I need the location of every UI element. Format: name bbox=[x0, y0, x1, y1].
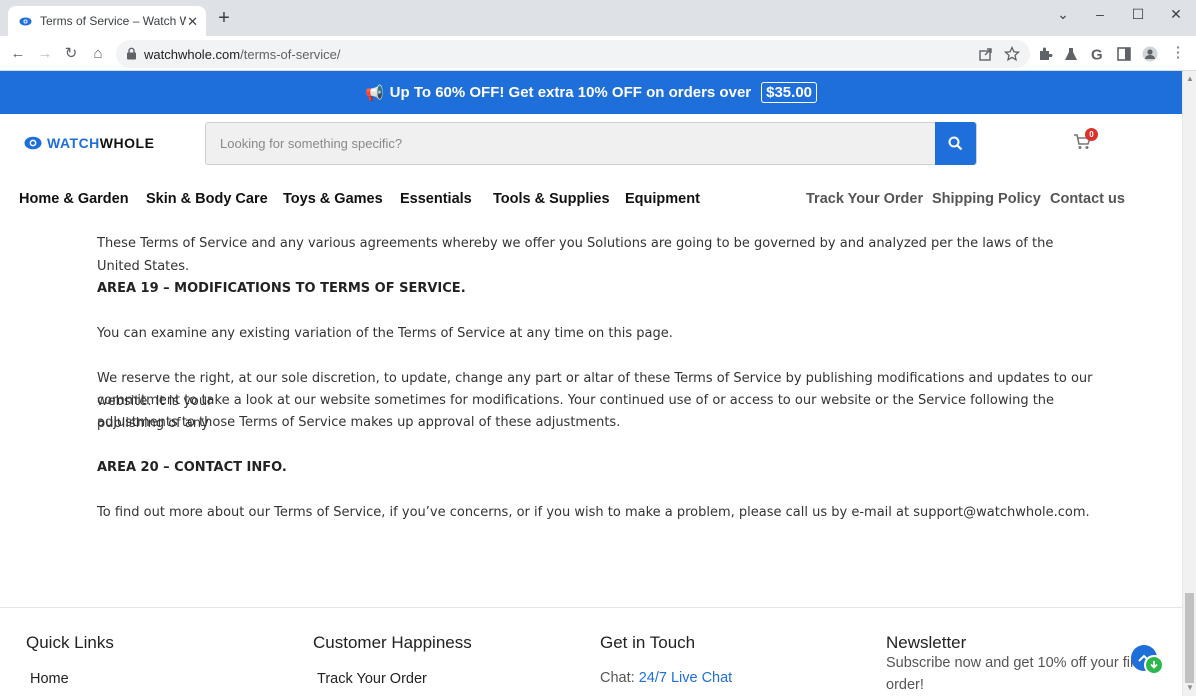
page-viewport: 📢 Up To 60% OFF! Get extra 10% OFF on or… bbox=[0, 71, 1182, 696]
megaphone-icon: 📢 bbox=[364, 84, 384, 102]
back-arrow-icon[interactable]: ← bbox=[8, 44, 28, 64]
search-icon bbox=[948, 136, 963, 151]
forward-arrow-icon[interactable]: → bbox=[35, 44, 55, 64]
footer-quick-links: Quick Links Home bbox=[26, 633, 114, 687]
newsletter-text-line1: Subscribe now and get 10% off your first bbox=[886, 655, 1147, 671]
paragraph-line: adjustments to those Terms of Service ma… bbox=[97, 415, 621, 430]
cart-button[interactable]: 0 bbox=[1073, 128, 1098, 154]
footer-heading: Quick Links bbox=[26, 633, 114, 652]
tab-search-chevron-icon[interactable]: ⌄ bbox=[1053, 6, 1073, 23]
footer-link-home[interactable]: Home bbox=[30, 671, 69, 687]
reload-icon[interactable]: ↻ bbox=[61, 44, 81, 64]
browser-toolbar: ← → ↻ ⌂ watchwhole.com/terms-of-service/… bbox=[0, 36, 1196, 71]
chat-label: Chat: bbox=[600, 670, 635, 686]
nav-track-order[interactable]: Track Your Order bbox=[806, 191, 923, 207]
lock-icon bbox=[127, 47, 136, 60]
address-bar[interactable]: watchwhole.com/terms-of-service/ bbox=[116, 40, 1030, 68]
logo-text-whole: WHOLE bbox=[99, 135, 155, 151]
site-logo[interactable]: WATCH WHOLE bbox=[24, 135, 154, 151]
site-header: WATCH WHOLE 0 bbox=[0, 114, 1182, 179]
footer-heading: Newsletter bbox=[886, 633, 967, 652]
new-tab-icon[interactable]: + bbox=[214, 8, 234, 28]
footer-customer-happiness: Customer Happiness Track Your Order bbox=[313, 633, 472, 687]
nav-equipment[interactable]: Equipment bbox=[625, 191, 700, 207]
section-heading-20: AREA 20 – CONTACT INFO. bbox=[97, 460, 287, 475]
section-heading-19: AREA 19 – MODIFICATIONS TO TERMS OF SERV… bbox=[97, 281, 466, 296]
promo-banner: 📢 Up To 60% OFF! Get extra 10% OFF on or… bbox=[0, 71, 1182, 114]
page-scrollbar[interactable]: ▲ ▼ bbox=[1182, 71, 1196, 696]
nav-essentials[interactable]: Essentials bbox=[400, 191, 472, 207]
maximize-icon[interactable]: ☐ bbox=[1128, 6, 1148, 23]
site-footer: Quick Links Home Customer Happiness Trac… bbox=[0, 607, 1182, 696]
nav-skin-body-care[interactable]: Skin & Body Care bbox=[146, 191, 268, 207]
download-arrow-icon bbox=[1150, 661, 1158, 669]
share-icon[interactable] bbox=[978, 46, 994, 62]
nav-shipping-policy[interactable]: Shipping Policy bbox=[932, 191, 1041, 207]
footer-get-in-touch: Get in Touch Chat: 24/7 Live Chat bbox=[600, 633, 732, 686]
side-panel-icon[interactable] bbox=[1116, 46, 1132, 62]
promo-text: Up To 60% OFF! Get extra 10% OFF on orde… bbox=[389, 84, 752, 101]
more-menu-icon[interactable]: ⋮ bbox=[1168, 43, 1188, 63]
search-bar bbox=[205, 122, 977, 165]
paragraph: To find out more about our Terms of Serv… bbox=[97, 505, 1090, 520]
footer-heading: Customer Happiness bbox=[313, 633, 472, 652]
nav-toys-games[interactable]: Toys & Games bbox=[283, 191, 383, 207]
window-close-icon[interactable]: ✕ bbox=[1166, 6, 1186, 23]
eye-icon bbox=[18, 14, 32, 28]
scroll-up-arrow-icon[interactable]: ▲ bbox=[1186, 74, 1194, 83]
promo-amount-badge: $35.00 bbox=[761, 82, 818, 103]
footer-link-track-order[interactable]: Track Your Order bbox=[317, 671, 427, 687]
bookmark-star-icon[interactable] bbox=[1004, 46, 1020, 62]
logo-text-watch: WATCH bbox=[47, 135, 100, 151]
google-g-icon[interactable]: G bbox=[1089, 46, 1105, 63]
lab-flask-icon[interactable] bbox=[1063, 46, 1079, 62]
url-text: watchwhole.com/terms-of-service/ bbox=[144, 47, 341, 62]
newsletter-text-line2: order! bbox=[886, 677, 924, 693]
profile-avatar-icon[interactable] bbox=[1142, 46, 1158, 62]
svg-text:G: G bbox=[1091, 47, 1103, 63]
nav-contact-us[interactable]: Contact us bbox=[1050, 191, 1125, 207]
cart-count-badge: 0 bbox=[1085, 128, 1098, 141]
scrollbar-thumb[interactable] bbox=[1185, 593, 1194, 683]
tab-title: Terms of Service – Watch Whole bbox=[40, 14, 186, 28]
paragraph: You can examine any existing variation o… bbox=[97, 326, 673, 341]
scroll-down-arrow-icon[interactable]: ▼ bbox=[1186, 683, 1194, 692]
nav-home-garden[interactable]: Home & Garden bbox=[19, 191, 129, 207]
download-badge-button[interactable] bbox=[1144, 655, 1164, 675]
paragraph: These Terms of Service and any various a… bbox=[97, 236, 1054, 274]
minimize-icon[interactable]: – bbox=[1090, 6, 1110, 22]
browser-tab[interactable]: Terms of Service – Watch Whole ✕ bbox=[8, 6, 206, 36]
footer-chat-line: Chat: 24/7 Live Chat bbox=[600, 670, 732, 686]
close-tab-icon[interactable]: ✕ bbox=[187, 14, 198, 30]
search-input[interactable] bbox=[206, 123, 936, 164]
logo-eye-icon bbox=[24, 136, 42, 150]
live-chat-link[interactable]: 24/7 Live Chat bbox=[639, 670, 733, 686]
search-button[interactable] bbox=[935, 122, 976, 165]
footer-newsletter: Newsletter Subscribe now and get 10% off… bbox=[886, 633, 1146, 693]
main-navigation: Home & Garden Skin & Body Care Toys & Ga… bbox=[0, 179, 1182, 221]
footer-heading: Get in Touch bbox=[600, 633, 696, 652]
browser-tab-strip: Terms of Service – Watch Whole ✕ + ⌄ – ☐… bbox=[0, 0, 1196, 36]
nav-tools-supplies[interactable]: Tools & Supplies bbox=[493, 191, 610, 207]
extensions-puzzle-icon[interactable] bbox=[1037, 46, 1053, 62]
home-icon[interactable]: ⌂ bbox=[88, 44, 108, 64]
